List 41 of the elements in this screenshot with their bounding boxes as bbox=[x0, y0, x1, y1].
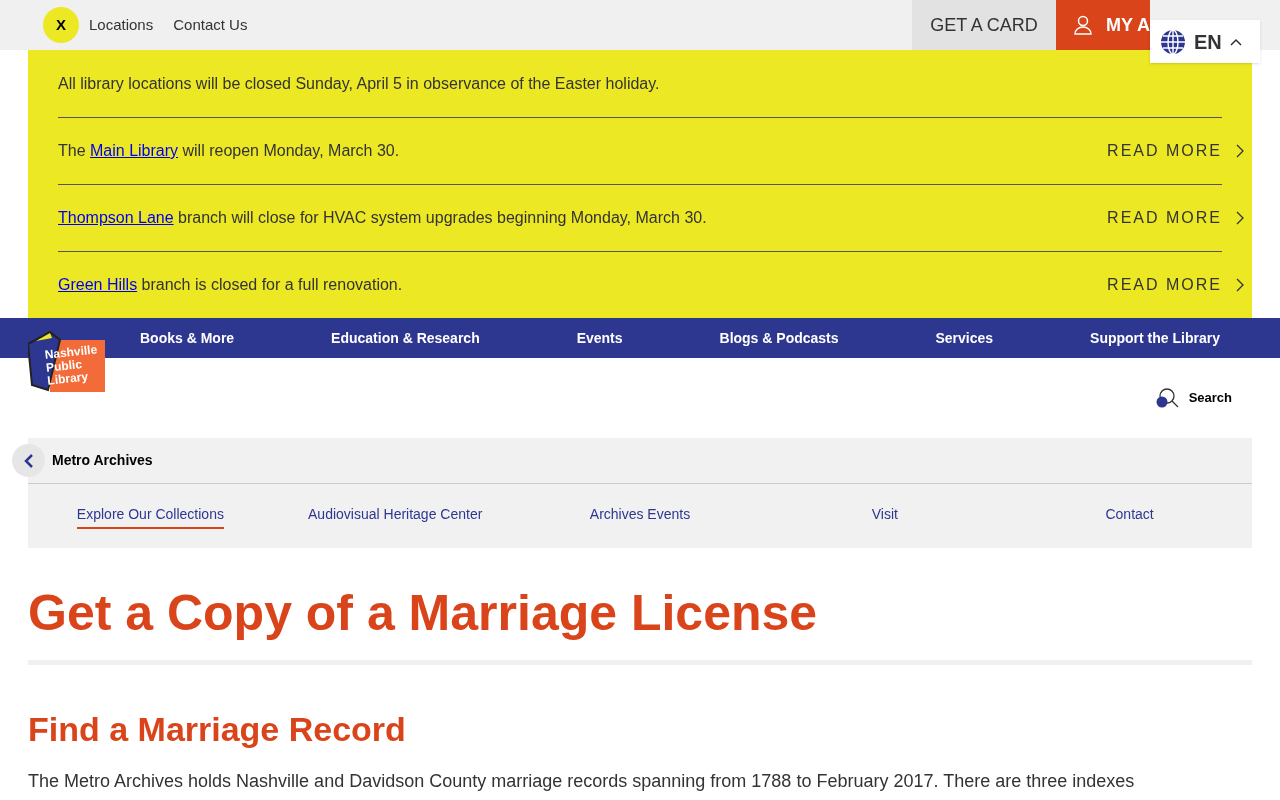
section-nav-tab[interactable]: Archives Events bbox=[589, 503, 691, 529]
alert-text: Thompson Lane branch will close for HVAC system upgrades beginning Monday, March 30. bbox=[58, 208, 708, 228]
chevron-right-icon bbox=[1236, 278, 1244, 292]
section-nav-tab[interactable]: Explore Our Collections bbox=[76, 503, 224, 529]
back-button[interactable] bbox=[12, 444, 45, 477]
alert-text: All library locations will be closed Sunday, April 5 in observance of the Easter holiday. bbox=[58, 73, 660, 94]
chevron-right-icon bbox=[1236, 144, 1244, 158]
my-account-button[interactable]: MY A bbox=[1056, 0, 1150, 50]
close-button[interactable]: X bbox=[43, 7, 79, 43]
body-paragraph: The Metro Archives holds Nashville and Davidson County marriage records spanning from 1788 to February 2017. There are three indexes bbox=[28, 771, 1136, 792]
utility-link[interactable]: Contact Us bbox=[173, 13, 248, 37]
get-card-button[interactable]: GET A CARD bbox=[912, 0, 1056, 50]
main-nav-item[interactable]: Education & Research bbox=[321, 327, 490, 349]
section-nav-tab[interactable]: Audiovisual Heritage Center bbox=[308, 503, 483, 529]
main-nav-item[interactable]: Events bbox=[566, 327, 633, 349]
alert-link[interactable]: Green Hills bbox=[58, 276, 138, 293]
alert-text: Green Hills branch is closed for a full renovation. bbox=[58, 275, 404, 295]
globe-icon bbox=[1160, 28, 1186, 55]
page-title: Get a Copy of a Marriage License bbox=[28, 584, 819, 643]
language-menu[interactable]: EN bbox=[1150, 20, 1260, 63]
main-nav-item[interactable]: Services bbox=[925, 327, 1004, 349]
search-icon bbox=[1154, 387, 1179, 409]
read-more-link[interactable]: READ MORE bbox=[1107, 139, 1244, 163]
read-more-link[interactable]: READ MORE bbox=[1107, 273, 1244, 297]
alert-link[interactable]: Thompson Lane bbox=[58, 209, 174, 226]
section-heading: Find a Marriage Record bbox=[28, 709, 407, 750]
alert-link[interactable]: Main Library bbox=[90, 142, 179, 159]
main-nav-item[interactable]: Support the Library bbox=[1080, 327, 1230, 349]
chevron-left-icon bbox=[23, 452, 34, 469]
section-title: Metro Archives bbox=[52, 451, 153, 470]
section-nav-tab[interactable]: Contact bbox=[1105, 503, 1154, 529]
chevron-right-icon bbox=[1236, 211, 1244, 225]
read-more-link[interactable]: READ MORE bbox=[1107, 206, 1244, 230]
utility-link[interactable]: Locations bbox=[89, 13, 154, 37]
user-icon bbox=[1074, 15, 1092, 35]
caret-icon bbox=[1229, 37, 1242, 46]
main-nav-item[interactable]: Books & More bbox=[130, 327, 245, 349]
alert-text: The Main Library will reopen Monday, March 30. bbox=[58, 141, 401, 161]
main-nav-item[interactable]: Blogs & Podcasts bbox=[709, 327, 849, 349]
section-nav-tab[interactable]: Visit bbox=[871, 503, 898, 529]
search-button[interactable]: Search bbox=[1154, 387, 1232, 409]
